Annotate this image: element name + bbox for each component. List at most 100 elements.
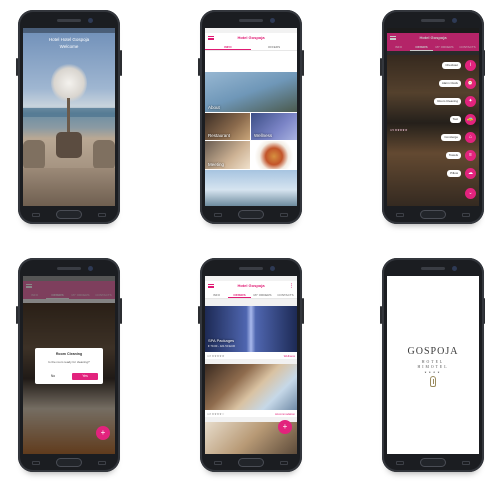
hamburger-menu-icon[interactable] [208, 36, 214, 40]
tile-pool[interactable] [205, 170, 297, 206]
hamburger-menu-icon[interactable] [208, 284, 214, 288]
recent-apps-key[interactable] [32, 213, 40, 217]
back-key[interactable] [462, 213, 470, 217]
offer-rating: 4.8 ★★★★☆ [207, 412, 225, 416]
dialog-screen: INFO OFFERS MY ORDERS CONTACTS + Room Cl… [23, 276, 115, 454]
action-label-room-cleaning: Room Cleaning [434, 98, 461, 105]
tab-offers[interactable]: OFFERS [251, 43, 297, 50]
recent-apps-key[interactable] [32, 461, 40, 465]
action-label-concierge: Concierge [441, 134, 461, 141]
tab-info[interactable]: INFO [205, 43, 251, 50]
pillow-icon[interactable]: ☁ [465, 168, 476, 179]
back-key[interactable] [280, 461, 288, 465]
welcome-title: Hotel Hotel Gospoja [48, 37, 90, 42]
tile-label: About [208, 105, 220, 110]
offer-category-link[interactable]: Accommodation [275, 412, 295, 416]
terrace-image [23, 168, 115, 206]
offers-screen: Hotel Gospoja ⋮ INFO OFFERS MY ORDERS CO… [205, 276, 297, 454]
app-title: Hotel Gospoja [237, 283, 265, 288]
towels-icon[interactable]: ≡ [465, 150, 476, 161]
yes-button[interactable]: Yes [72, 373, 98, 380]
hotel-logo-text: GOSPOJA [407, 346, 459, 357]
lounge-chair-image [93, 140, 115, 170]
tile-food[interactable] [251, 141, 297, 169]
tab-info[interactable]: INFO [205, 291, 228, 298]
add-button[interactable]: + [96, 426, 110, 440]
confirm-dialog: Room Cleaning Is the room ready for clea… [35, 348, 103, 384]
row-meta: 4.5 ★★★★★ [390, 128, 408, 132]
offer-price: € 70.00 - 421.50 EUR [208, 344, 236, 348]
add-button[interactable]: + [278, 420, 292, 434]
no-button[interactable]: No [40, 373, 66, 380]
lounge-chair-image [23, 140, 45, 170]
tab-offers[interactable]: OFFERS [228, 291, 251, 298]
phone-welcome: Hotel Hotel Gospoja Welcome [16, 10, 122, 224]
more-options-icon[interactable]: ⋮ [289, 283, 294, 289]
tab-offers[interactable]: OFFERS [410, 43, 433, 51]
tab-contacts[interactable]: CONTACTS [456, 43, 479, 51]
hotel-emblem-icon [430, 376, 436, 387]
speaker-grille [421, 267, 445, 270]
offer-title: SPA Packages [208, 338, 235, 343]
action-label-pillow: Pillow [447, 170, 461, 177]
tab-info[interactable]: INFO [387, 43, 410, 51]
hotel-logo-subtitle: HOTEL HIMOTEL ★★★★ [387, 360, 479, 375]
action-label-towels: Towels [445, 152, 461, 159]
concierge-icon[interactable]: ⌂ [465, 132, 476, 143]
tile-label: Wellness [254, 133, 273, 138]
dialog-title: Room Cleaning [55, 352, 83, 356]
front-camera [452, 18, 457, 23]
tile-about[interactable]: About [205, 72, 297, 112]
tree-image [51, 63, 87, 103]
menu-screen: Hotel Gospoja INFO OFFERS MY ORDERS CONT… [387, 28, 479, 206]
front-camera [88, 266, 93, 271]
offer-rating: 4.8 ★★★★★ [207, 354, 225, 358]
taxi-icon[interactable]: 🚕 [465, 114, 476, 125]
app-bar: Hotel Gospoja [205, 33, 297, 43]
tab-contacts[interactable]: CONTACTS [274, 291, 297, 298]
tab-bar: INFO OFFERS [205, 43, 297, 51]
offer-meta: 4.8 ★★★★★ Wellness [205, 352, 297, 359]
tile-wellness[interactable]: Wellness [251, 113, 297, 140]
room-cleaning-icon[interactable]: ✦ [465, 96, 476, 107]
alarm-clock-icon[interactable]: ⏰ [465, 78, 476, 89]
back-key[interactable] [462, 461, 470, 465]
app-bar: Hotel Gospoja [387, 33, 479, 43]
home-button[interactable] [420, 210, 446, 219]
action-label-alarm: Alarm Clock [438, 80, 461, 87]
tab-bar: INFO OFFERS MY ORDERS CONTACTS [205, 291, 297, 299]
home-button[interactable] [238, 210, 264, 219]
home-button[interactable] [238, 458, 264, 467]
action-label-taxi: Taxi [449, 116, 461, 123]
phone-menu: Hotel Gospoja INFO OFFERS MY ORDERS CONT… [380, 10, 485, 224]
back-key[interactable] [98, 213, 106, 217]
offer-meta: 4.8 ★★★★☆ Accommodation [205, 410, 297, 417]
checkout-icon[interactable]: i [465, 60, 476, 71]
tile-restaurant[interactable]: Restaurant [205, 113, 250, 140]
collapse-menu-icon[interactable]: ⌄ [465, 188, 476, 199]
tab-my-orders[interactable]: MY ORDERS [433, 43, 456, 51]
recent-apps-key[interactable] [396, 461, 404, 465]
tile-meeting[interactable]: Meeting [205, 141, 250, 169]
phone-dialog: INFO OFFERS MY ORDERS CONTACTS + Room Cl… [16, 258, 122, 472]
home-button[interactable] [56, 210, 82, 219]
back-key[interactable] [280, 213, 288, 217]
recent-apps-key[interactable] [396, 213, 404, 217]
home-button[interactable] [56, 458, 82, 467]
planter-image [56, 132, 82, 158]
offer-card[interactable]: 4.8 ★★★★☆ Accommodation [205, 364, 297, 417]
app-title: Hotel Gospoja [419, 35, 447, 40]
recent-apps-key[interactable] [214, 213, 222, 217]
recent-apps-key[interactable] [214, 461, 222, 465]
home-button[interactable] [420, 458, 446, 467]
tab-my-orders[interactable]: MY ORDERS [251, 291, 274, 298]
welcome-subtitle: Welcome [59, 44, 79, 49]
back-key[interactable] [98, 461, 106, 465]
hamburger-menu-icon[interactable] [390, 36, 396, 40]
offer-category-link[interactable]: Wellness [284, 354, 295, 358]
front-camera [452, 266, 457, 271]
app-title: Hotel Gospoja [237, 35, 265, 40]
offer-card[interactable]: SPA Packages € 70.00 - 421.50 EUR 4.8 ★★… [205, 306, 297, 359]
speaker-grille [57, 19, 81, 22]
logo-stars: ★★★★ [424, 371, 442, 374]
